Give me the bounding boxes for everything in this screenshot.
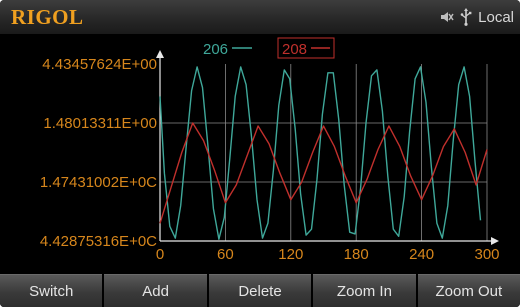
legend-label-206: 206 [203,41,228,58]
delete-button[interactable]: Delete [208,274,312,307]
add-button[interactable]: Add [104,274,207,307]
status-area: Local [440,7,514,27]
zoom-in-button[interactable]: Zoom In [313,274,416,307]
speaker-muted-icon [441,12,454,22]
brand-logo: RIGOL [11,5,84,29]
x-tick-label: 300 [474,246,499,263]
x-tick-label: 240 [409,246,434,263]
trend-chart: 4.43457624E+00 1.48013311E+00 1.47431002E+… [0,34,520,273]
local-status-label: Local [478,8,514,26]
title-bar: RIGOL Local [0,0,520,34]
legend-label-208: 208 [282,41,307,58]
switch-button[interactable]: Switch [0,274,103,307]
y-tick-label: 4.43457624E+00 [42,56,157,73]
y-tick-label: 1.48013311E+00 [43,115,157,132]
y-axis-arrow [156,50,164,58]
x-tick-label: 180 [344,246,369,263]
instrument-screen: RIGOL Local 4.43457624E+00 1.48013311E+00… [0,0,520,307]
y-tick-label: 1.47431002E+0C [40,174,157,191]
x-axis-arrow [491,237,499,245]
y-tick-label: 4.42875316E+0C [40,233,157,250]
usb-icon [460,8,472,26]
zoom-out-button[interactable]: Zoom Out [417,274,520,307]
x-tick-label: 0 [156,246,164,263]
softkey-bar: Switch Add Delete Zoom In Zoom Out [0,274,520,307]
x-tick-label: 120 [278,246,303,263]
x-tick-label: 60 [217,246,234,263]
series-line-208 [159,122,488,224]
